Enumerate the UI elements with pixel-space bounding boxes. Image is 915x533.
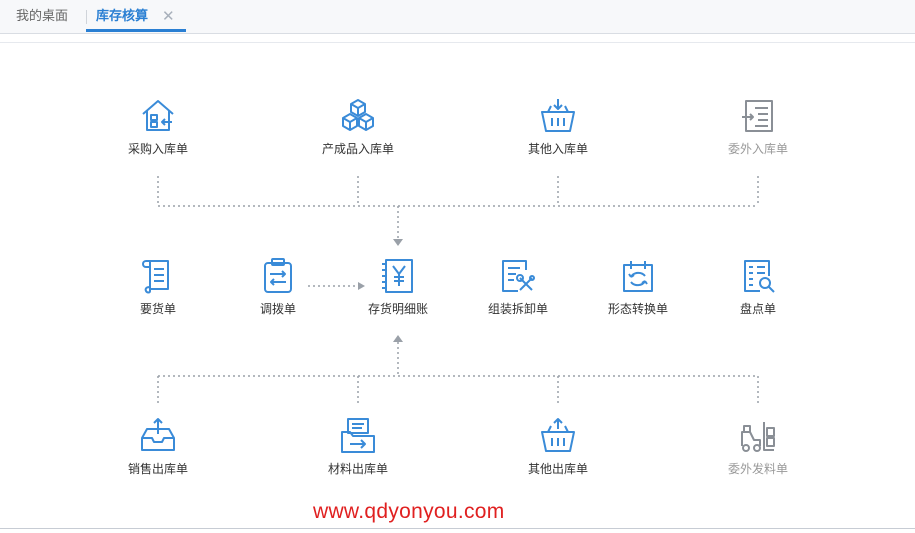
node-label: 委外入库单 <box>727 142 788 156</box>
tools-doc-icon <box>502 260 535 292</box>
inventory-flow-diagram: 采购入库单 产成品入库单 其他入库单 委外入库单 要货单 调拨单 存货明细账 组… <box>0 0 915 533</box>
stocktake-node[interactable]: 盘点单 <box>698 256 818 317</box>
arrow-up-icon <box>393 335 403 342</box>
list-in-icon <box>742 100 773 132</box>
divider <box>0 528 915 529</box>
requisition-node[interactable]: 要货单 <box>98 256 218 317</box>
boxes-icon <box>342 99 374 131</box>
node-label: 委外发料单 <box>727 462 788 476</box>
basket-in-icon <box>541 99 575 132</box>
node-label: 组装拆卸单 <box>487 302 548 316</box>
node-label: 要货单 <box>139 302 176 316</box>
folder-out-icon <box>341 418 375 453</box>
website-watermark: www.qdyonyou.com <box>313 500 505 523</box>
finished-goods-receipt-node[interactable]: 产成品入库单 <box>298 96 418 157</box>
warehouse-in-icon <box>142 100 174 131</box>
node-label: 存货明细账 <box>367 302 428 316</box>
outsourced-receipt-node[interactable]: 委外入库单 <box>698 96 818 157</box>
ledger-yen-icon <box>382 259 413 293</box>
scroll-icon <box>142 260 169 294</box>
node-label: 采购入库单 <box>127 142 188 156</box>
node-label: 其他出库单 <box>527 462 588 476</box>
node-label: 盘点单 <box>739 302 776 316</box>
inventory-ledger-node[interactable]: 存货明细账 <box>338 256 458 317</box>
tray-out-icon <box>141 418 175 451</box>
clipboard-transfer-icon <box>264 258 292 293</box>
purchase-receipt-node[interactable]: 采购入库单 <box>98 96 218 157</box>
other-receipt-node[interactable]: 其他入库单 <box>498 96 618 157</box>
other-issue-node[interactable]: 其他出库单 <box>498 416 618 477</box>
inventory-search-icon <box>744 260 775 293</box>
node-label: 形态转换单 <box>607 302 668 316</box>
forklift-icon <box>741 422 775 452</box>
node-label: 产成品入库单 <box>321 142 394 156</box>
arrow-down-icon <box>393 239 403 246</box>
assembly-node[interactable]: 组装拆卸单 <box>458 256 578 317</box>
node-label: 其他入库单 <box>527 142 588 156</box>
basket-out-icon <box>541 418 575 452</box>
node-label: 调拨单 <box>259 302 296 316</box>
convert-doc-icon <box>623 261 653 292</box>
node-label: 材料出库单 <box>327 462 388 476</box>
form-conversion-node[interactable]: 形态转换单 <box>578 256 698 317</box>
transfer-order-node[interactable]: 调拨单 <box>218 256 338 317</box>
outsourced-issue-node[interactable]: 委外发料单 <box>698 416 818 477</box>
node-label: 销售出库单 <box>127 462 188 476</box>
sales-issue-node[interactable]: 销售出库单 <box>98 416 218 477</box>
material-issue-node[interactable]: 材料出库单 <box>298 416 418 477</box>
